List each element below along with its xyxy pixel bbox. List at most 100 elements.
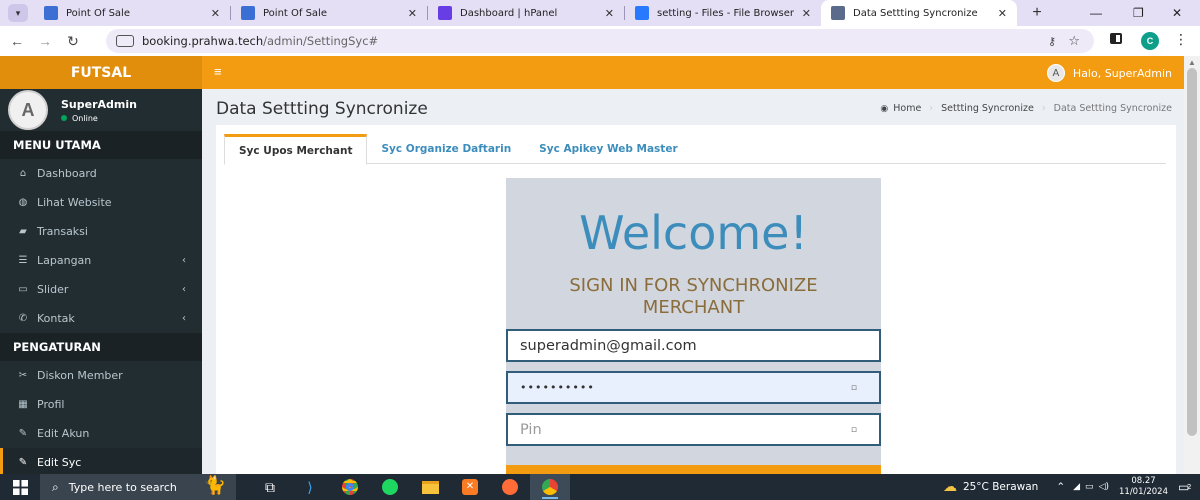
browser-tab[interactable]: Point Of Sale ✕: [34, 0, 230, 26]
chevron-left-icon: ‹: [182, 255, 186, 266]
tray-chevron-icon[interactable]: ⌃: [1056, 481, 1065, 493]
vscode-icon[interactable]: ⟩: [290, 474, 330, 500]
postman-icon[interactable]: [490, 474, 530, 500]
sidebar-item-diskon-member[interactable]: ✂ Diskon Member: [0, 361, 202, 390]
search-icon: ⌕: [52, 479, 59, 494]
password-manager-icon[interactable]: ▫: [851, 383, 857, 393]
weather-cloud-icon[interactable]: ☁: [943, 479, 957, 495]
tab-close-icon[interactable]: ✕: [802, 7, 811, 20]
weather-text[interactable]: 25°C Berawan: [963, 481, 1038, 493]
sidebar-item-label: Dashboard: [37, 167, 97, 180]
tab-syc-upos-merchant[interactable]: Syc Upos Merchant: [224, 134, 368, 165]
minimize-button[interactable]: —: [1090, 0, 1102, 26]
sidebar-item-label: Edit Syc: [37, 456, 82, 469]
app-logo[interactable]: FUTSAL: [0, 56, 202, 89]
user-card-icon: ▦: [18, 399, 28, 410]
new-tab-button[interactable]: +: [1027, 4, 1047, 22]
task-view-icon[interactable]: ⧉: [250, 474, 290, 500]
sidepanel-icon[interactable]: [1110, 33, 1122, 44]
sidebar-item-label: Kontak: [37, 312, 75, 325]
breadcrumb-settings[interactable]: Settting Syncronize: [941, 103, 1034, 114]
breadcrumb-home[interactable]: Home: [893, 103, 921, 114]
sidebar-item-edit-syc[interactable]: ✎ Edit Syc: [0, 448, 202, 477]
volume-icon[interactable]: ◁): [1099, 482, 1109, 492]
taskbar-search[interactable]: ⌕ Type here to search 🐈: [40, 474, 236, 500]
scroll-up-icon[interactable]: ▲: [1188, 58, 1196, 67]
network-icon[interactable]: ◢: [1073, 482, 1080, 492]
section-header-settings: PENGATURAN: [0, 333, 202, 361]
sidebar-item-label: Profil: [37, 398, 65, 411]
password-key-icon[interactable]: ⚷: [1048, 35, 1056, 48]
user-menu[interactable]: A Halo, SuperAdmin: [1046, 64, 1172, 82]
sidebar-item-transaksi[interactable]: ▰ Transaksi: [0, 217, 202, 246]
browser-menu-icon[interactable]: ⋮: [1174, 31, 1188, 48]
sidebar-item-lapangan[interactable]: ☰ Lapangan ‹: [0, 246, 202, 275]
bookmark-star-icon[interactable]: ☆: [1068, 33, 1080, 49]
sidebar-item-edit-akun[interactable]: ✎ Edit Akun: [0, 419, 202, 448]
tab-syc-apikey-web-master[interactable]: Syc Apikey Web Master: [525, 134, 691, 164]
tab-title: Data Settting Syncronize: [853, 7, 978, 19]
sidebar-item-slider[interactable]: ▭ Slider ‹: [0, 275, 202, 304]
file-explorer-icon[interactable]: [410, 474, 450, 500]
tab-close-icon[interactable]: ✕: [211, 7, 220, 20]
email-field[interactable]: superadmin@gmail.com: [506, 329, 881, 362]
breadcrumb: ◉ Home › Settting Syncronize › Data Sett…: [880, 103, 1172, 114]
browser-tab[interactable]: Dashboard | hPanel ✕: [428, 0, 624, 26]
address-bar[interactable]: booking.prahwa.tech/admin/SettingSyc# ⚷ …: [106, 29, 1094, 53]
browser-tab[interactable]: Point Of Sale ✕: [231, 0, 427, 26]
tab-favicon-icon: [635, 6, 649, 20]
pin-field[interactable]: Pin ▫: [506, 413, 881, 446]
tab-close-icon[interactable]: ✕: [998, 7, 1007, 20]
nav-tabs: Syc Upos Merchant Syc Organize Daftarin …: [224, 134, 1166, 165]
tab-title: Point Of Sale: [66, 7, 130, 19]
pin-manager-icon[interactable]: ▫: [851, 425, 857, 435]
site-info-icon[interactable]: [116, 35, 134, 47]
sidebar-item-label: Edit Akun: [37, 427, 90, 440]
scrollbar-thumb[interactable]: [1187, 68, 1197, 436]
clock[interactable]: 08.27 11/01/2024: [1119, 476, 1168, 498]
user-panel: A SuperAdmin Online: [0, 89, 202, 131]
sidebar-toggle-icon[interactable]: ≡: [214, 64, 222, 79]
page-title: Data Settting Syncronize: [216, 99, 428, 119]
section-header-main: MENU UTAMA: [0, 131, 202, 159]
page-scrollbar[interactable]: ▲: [1184, 56, 1200, 474]
xampp-icon[interactable]: ✕: [450, 474, 490, 500]
tab-title: Point Of Sale: [263, 7, 327, 19]
windows-start-icon[interactable]: [0, 479, 40, 495]
sidebar-item-profil[interactable]: ▦ Profil: [0, 390, 202, 419]
top-navbar: ≡ A Halo, SuperAdmin: [202, 56, 1184, 89]
online-dot-icon: [61, 115, 67, 121]
sidebar-item-dashboard[interactable]: ⌂ Dashboard: [0, 159, 202, 188]
notification-icon[interactable]: ▭ 2: [1178, 480, 1200, 494]
browser-tab[interactable]: setting - Files - File Browser ✕: [625, 0, 821, 26]
sidebar-item-label: Slider: [37, 283, 69, 296]
profile-avatar[interactable]: C: [1141, 32, 1159, 50]
tab-syc-organize-daftarin[interactable]: Syc Organize Daftarin: [367, 134, 525, 164]
sidebar-item-lihat-website[interactable]: ◍ Lihat Website: [0, 188, 202, 217]
battery-icon[interactable]: ▭: [1085, 482, 1094, 492]
tab-search-button[interactable]: ▾: [8, 4, 28, 22]
tab-favicon-icon: [438, 6, 452, 20]
browser-tab[interactable]: Data Settting Syncronize ✕: [821, 0, 1017, 26]
chrome-active-icon[interactable]: [530, 474, 570, 500]
password-field[interactable]: •••••••••• ▫: [506, 371, 881, 404]
sidebar-item-kontak[interactable]: ✆ Kontak ‹: [0, 304, 202, 333]
sidebar-item-label: Transaksi: [37, 225, 88, 238]
back-button[interactable]: ←: [6, 33, 28, 49]
phone-icon: ✆: [18, 313, 28, 324]
tab-close-icon[interactable]: ✕: [408, 7, 417, 20]
tab-close-icon[interactable]: ✕: [605, 7, 614, 20]
chrome-icon[interactable]: [330, 474, 370, 500]
url-text: booking.prahwa.tech/admin/SettingSyc#: [142, 34, 379, 48]
spotify-icon[interactable]: [370, 474, 410, 500]
reload-button[interactable]: ↻: [62, 33, 84, 50]
edit-icon: ✎: [18, 428, 28, 439]
restore-button[interactable]: ❐: [1133, 0, 1144, 26]
close-window-button[interactable]: ✕: [1172, 0, 1182, 26]
forward-button[interactable]: →: [34, 33, 56, 49]
list-icon: ☰: [18, 255, 28, 266]
system-tray: ☁ 25°C Berawan ⌃ ◢ ▭ ◁) 08.27 11/01/2024 …: [943, 474, 1200, 500]
tab-favicon-icon: [241, 6, 255, 20]
address-row: ← → ↻ booking.prahwa.tech/admin/SettingS…: [0, 26, 1200, 56]
tab-favicon-icon: [44, 6, 58, 20]
